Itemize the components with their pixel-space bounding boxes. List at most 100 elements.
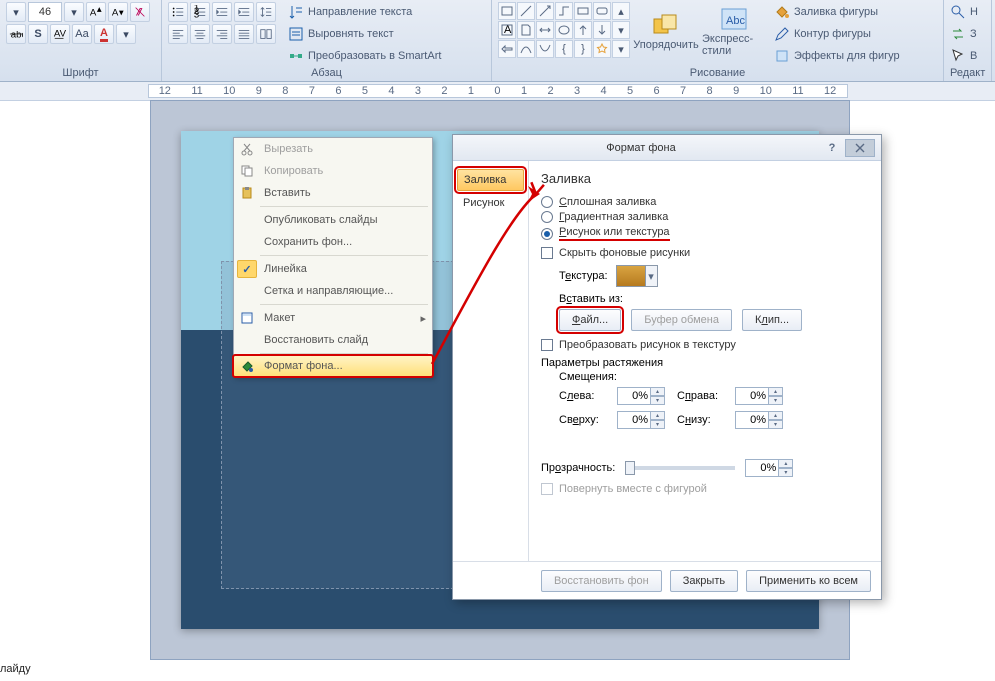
font-size-dropdown[interactable]: ▾ <box>64 2 84 22</box>
close-button[interactable]: Закрыть <box>670 570 738 592</box>
line-spacing-icon[interactable] <box>256 2 276 22</box>
nav-fill[interactable]: Заливка <box>457 169 524 191</box>
radio-solid-fill[interactable]: Сплошная заливка <box>541 196 869 208</box>
offset-bottom-input[interactable]: ▴▾ <box>735 411 789 429</box>
shape-block-icon[interactable] <box>498 40 516 58</box>
align-text-button[interactable]: Выровнять текст <box>288 24 441 44</box>
spin-down-icon[interactable]: ▾ <box>651 396 665 405</box>
font-color-dropdown[interactable]: ▾ <box>116 24 136 44</box>
shape-doc-icon[interactable] <box>517 21 535 39</box>
radio-gradient-fill[interactable]: Градиентная заливка <box>541 211 869 223</box>
shape-fill-button[interactable]: Заливка фигуры <box>774 2 900 22</box>
shape-curve-icon[interactable] <box>517 40 535 58</box>
shape-uparr-icon[interactable] <box>574 21 592 39</box>
ctx-paste[interactable]: Вставить <box>234 182 432 204</box>
find-button[interactable]: Н <box>950 2 978 22</box>
font-color-icon[interactable]: A <box>94 24 114 44</box>
shape-brace2-icon[interactable]: } <box>574 40 592 58</box>
texture-swatch[interactable] <box>616 265 646 287</box>
char-spacing-icon[interactable]: AV <box>50 24 70 44</box>
clip-button[interactable]: Клип... <box>742 309 802 331</box>
shape-scroll-down-icon[interactable]: ▾ <box>612 21 630 39</box>
replace-button[interactable]: З <box>950 24 978 44</box>
express-styles-button[interactable]: Abc Экспресс-стили <box>702 2 766 62</box>
ctx-publish[interactable]: Опубликовать слайды <box>234 209 432 231</box>
shape-downarr-icon[interactable] <box>593 21 611 39</box>
transparency-slider[interactable] <box>625 466 735 470</box>
align-center-icon[interactable] <box>190 24 210 44</box>
decrease-indent-icon[interactable] <box>212 2 232 22</box>
restore-bg-button[interactable]: Восстановить фон <box>541 570 662 592</box>
grow-font-icon[interactable]: A▴ <box>86 2 106 22</box>
slider-thumb[interactable] <box>625 461 635 475</box>
nav-picture[interactable]: Рисунок <box>457 193 524 213</box>
align-left-icon[interactable] <box>168 24 188 44</box>
strikethrough-icon[interactable]: abc <box>6 24 26 44</box>
offset-right-input[interactable]: ▴▾ <box>735 387 789 405</box>
dialog-close-button[interactable] <box>845 139 875 157</box>
shape-rect-icon[interactable] <box>498 2 516 20</box>
shape-rounded-icon[interactable] <box>593 2 611 20</box>
smartart-button[interactable]: Преобразовать в SmartArt <box>288 46 441 66</box>
spin-up-icon[interactable]: ▴ <box>651 411 665 420</box>
radio-picture-fill[interactable]: Рисунок или текстура <box>541 226 869 241</box>
shape-arrow-icon[interactable] <box>536 2 554 20</box>
change-case-icon[interactable]: Aa <box>72 24 92 44</box>
justify-icon[interactable] <box>234 24 254 44</box>
apply-all-button[interactable]: Применить ко всем <box>746 570 871 592</box>
spin-up-icon[interactable]: ▴ <box>779 459 793 468</box>
select-button[interactable]: В <box>950 46 978 66</box>
clipboard-button[interactable]: Буфер обмена <box>631 309 732 331</box>
shape-more-icon[interactable]: ▾ <box>612 40 630 58</box>
font-family-dropdown-tail[interactable]: ▾ <box>6 2 26 22</box>
spin-up-icon[interactable]: ▴ <box>769 387 783 396</box>
check-hide-bg[interactable]: Скрыть фоновые рисунки <box>541 247 869 259</box>
ctx-save-bg[interactable]: Сохранить фон... <box>234 231 432 253</box>
ctx-restore[interactable]: Восстановить слайд <box>234 329 432 351</box>
arrange-button[interactable]: Упорядочить <box>634 2 698 62</box>
shape-gallery[interactable]: ▴ A ▾ { } ▾ <box>498 2 630 58</box>
clear-format-icon[interactable] <box>130 2 150 22</box>
shape-line-icon[interactable] <box>517 2 535 20</box>
shrink-font-icon[interactable]: A▾ <box>108 2 128 22</box>
spin-down-icon[interactable]: ▾ <box>769 396 783 405</box>
ctx-format-background[interactable]: Формат фона... <box>233 355 433 377</box>
offset-top-input[interactable]: ▴▾ <box>617 411 671 429</box>
horizontal-ruler[interactable]: 1211109876543210123456789101112 <box>148 84 848 98</box>
shape-dblarrow-icon[interactable] <box>536 21 554 39</box>
dialog-help-button[interactable]: ? <box>823 142 841 154</box>
spin-up-icon[interactable]: ▴ <box>769 411 783 420</box>
shape-connector-icon[interactable] <box>555 2 573 20</box>
bullets-icon[interactable] <box>168 2 188 22</box>
shadow-icon[interactable]: S <box>28 24 48 44</box>
shape-rect2-icon[interactable] <box>574 2 592 20</box>
ctx-copy[interactable]: Копировать <box>234 160 432 182</box>
shape-star-icon[interactable] <box>593 40 611 58</box>
ctx-cut[interactable]: Вырезать <box>234 138 432 160</box>
check-tile[interactable]: Преобразовать рисунок в текстуру <box>541 339 869 351</box>
shape-effects-button[interactable]: Эффекты для фигур <box>774 46 900 66</box>
shape-brace-icon[interactable]: { <box>555 40 573 58</box>
transparency-input[interactable]: ▴▾ <box>745 459 793 477</box>
spin-down-icon[interactable]: ▾ <box>769 420 783 429</box>
align-right-icon[interactable] <box>212 24 232 44</box>
spin-down-icon[interactable]: ▾ <box>779 468 793 477</box>
spin-up-icon[interactable]: ▴ <box>651 387 665 396</box>
font-size-input[interactable] <box>28 2 62 22</box>
text-direction-button[interactable]: Направление текста <box>288 2 441 22</box>
shape-scroll-up-icon[interactable]: ▴ <box>612 2 630 20</box>
shape-oval-icon[interactable] <box>555 21 573 39</box>
shape-textbox-icon[interactable]: A <box>498 21 516 39</box>
dialog-titlebar[interactable]: Формат фона ? <box>453 135 881 161</box>
offset-left-input[interactable]: ▴▾ <box>617 387 671 405</box>
ctx-ruler[interactable]: ✓ Линейка <box>234 258 432 280</box>
spin-down-icon[interactable]: ▾ <box>651 420 665 429</box>
increase-indent-icon[interactable] <box>234 2 254 22</box>
shape-outline-button[interactable]: Контур фигуры <box>774 24 900 44</box>
file-button[interactable]: Файл... <box>559 309 621 331</box>
shape-curve2-icon[interactable] <box>536 40 554 58</box>
numbering-icon[interactable]: 123 <box>190 2 210 22</box>
ctx-grid[interactable]: Сетка и направляющие... <box>234 280 432 302</box>
texture-dropdown[interactable]: ▾ <box>646 265 658 287</box>
ctx-layout[interactable]: Макет ▸ <box>234 307 432 329</box>
